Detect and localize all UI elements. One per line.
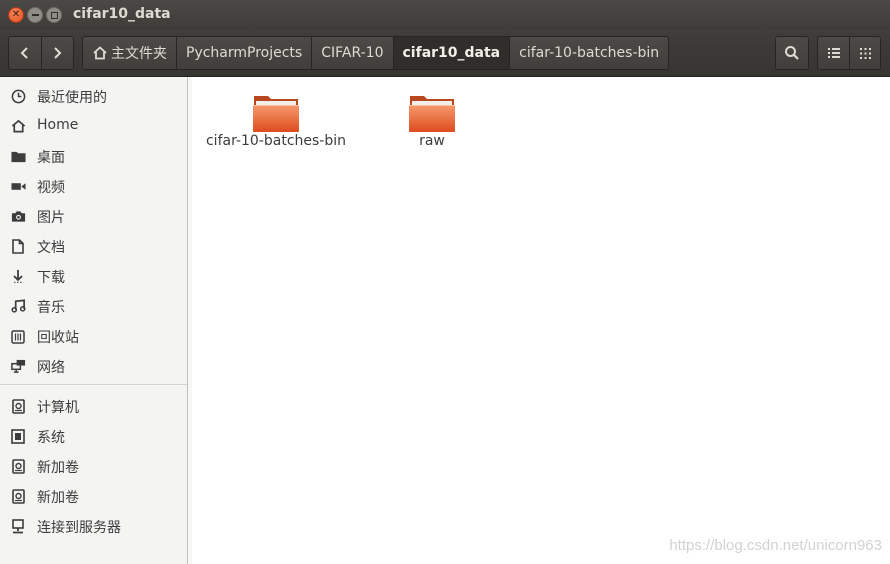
breadcrumb-pycharmprojects[interactable]: PycharmProjects — [176, 37, 311, 69]
folder-item[interactable]: cifar-10-batches-bin — [201, 77, 351, 157]
sidebar-item-new-volume-2[interactable]: 新加卷 — [0, 481, 187, 511]
chip-icon — [10, 428, 26, 444]
sidebar: 最近使用的 Home 桌面 视频 图片 文档 下载 音乐 回收站 网络 计算机 — [0, 77, 188, 564]
drive-icon — [10, 398, 26, 414]
sidebar-item-label: 新加卷 — [37, 460, 79, 476]
server-icon — [10, 518, 26, 534]
forward-button[interactable] — [40, 37, 73, 69]
folder-name: cifar-10-batches-bin — [205, 133, 346, 149]
sidebar-item-label: 下载 — [37, 270, 65, 286]
trash-icon — [10, 328, 26, 344]
chevron-left-icon — [20, 47, 28, 59]
home-icon — [10, 118, 26, 134]
sidebar-item-label: 系统 — [37, 430, 65, 446]
folder-icon — [10, 148, 26, 164]
chevron-right-icon — [54, 47, 62, 59]
sidebar-item-label: 最近使用的 — [37, 90, 107, 106]
sidebar-item-label: 桌面 — [37, 150, 65, 166]
video-icon — [10, 178, 26, 194]
search-icon — [785, 46, 799, 60]
sidebar-item-label: 音乐 — [37, 300, 65, 316]
network-icon — [10, 358, 26, 374]
clock-icon — [10, 88, 26, 104]
sidebar-item-label: 图片 — [37, 210, 65, 226]
breadcrumb-label: PycharmProjects — [186, 45, 303, 61]
sidebar-item-computer[interactable]: 计算机 — [0, 391, 187, 421]
grid-view-button[interactable] — [849, 37, 880, 69]
breadcrumb-label: CIFAR-10 — [321, 45, 384, 61]
breadcrumb-label: 主文件夹 — [111, 46, 167, 62]
sidebar-item-music[interactable]: 音乐 — [0, 291, 187, 321]
breadcrumb: 主文件夹 PycharmProjects CIFAR-10 cifar10_da… — [82, 36, 670, 70]
sidebar-item-downloads[interactable]: 下载 — [0, 261, 187, 291]
music-icon — [10, 298, 26, 314]
watermark: https://blog.csdn.net/unicorn963 — [669, 537, 882, 554]
title-bar: ✕ cifar10_data — [0, 0, 890, 30]
sidebar-item-label: 新加卷 — [37, 490, 79, 506]
file-view: cifar-10-batches-bin raw https://blog.cs… — [192, 77, 890, 564]
sidebar-item-recent[interactable]: 最近使用的 — [0, 81, 187, 111]
sidebar-item-new-volume-1[interactable]: 新加卷 — [0, 451, 187, 481]
close-window-button[interactable]: ✕ — [8, 7, 24, 23]
sidebar-item-pictures[interactable]: 图片 — [0, 201, 187, 231]
back-button[interactable] — [9, 37, 41, 69]
sidebar-item-connect-to-server[interactable]: 连接到服务器 — [0, 511, 187, 541]
breadcrumb-cifar-10-batches-bin[interactable]: cifar-10-batches-bin — [509, 37, 668, 69]
folder-name: raw — [419, 133, 445, 149]
sidebar-separator — [0, 384, 187, 385]
drive-icon — [10, 488, 26, 504]
breadcrumb-cifar-10[interactable]: CIFAR-10 — [311, 37, 392, 69]
folder-icon — [409, 96, 455, 132]
view-mode-group — [817, 36, 881, 70]
sidebar-item-label: 计算机 — [37, 400, 79, 416]
sidebar-item-label: 回收站 — [37, 330, 79, 346]
sidebar-item-label: 视频 — [37, 180, 65, 196]
grid-view-icon — [859, 47, 871, 59]
breadcrumb-label: cifar-10-batches-bin — [519, 45, 660, 61]
sidebar-item-network[interactable]: 网络 — [0, 351, 187, 381]
list-view-icon — [827, 48, 840, 58]
search-button[interactable] — [775, 36, 809, 70]
sidebar-item-desktop[interactable]: 桌面 — [0, 141, 187, 171]
camera-icon — [10, 208, 26, 224]
sidebar-item-home[interactable]: Home — [0, 111, 187, 141]
sidebar-item-label: 文档 — [37, 240, 65, 256]
sidebar-item-label: 网络 — [37, 360, 65, 376]
minimize-window-button[interactable] — [27, 7, 43, 23]
sidebar-item-videos[interactable]: 视频 — [0, 171, 187, 201]
list-view-button[interactable] — [818, 37, 849, 69]
maximize-window-button[interactable] — [46, 7, 62, 23]
folder-item[interactable]: raw — [357, 77, 507, 157]
navigation-group — [8, 36, 74, 70]
sidebar-item-trash[interactable]: 回收站 — [0, 321, 187, 351]
home-icon — [93, 46, 107, 60]
folder-icon — [253, 96, 299, 132]
drive-icon — [10, 458, 26, 474]
sidebar-item-system[interactable]: 系统 — [0, 421, 187, 451]
breadcrumb-label: cifar10_data — [402, 45, 501, 61]
sidebar-item-label: 连接到服务器 — [37, 520, 121, 536]
download-icon — [10, 268, 26, 284]
breadcrumb-cifar10-data[interactable]: cifar10_data — [392, 37, 510, 69]
toolbar: 主文件夹 PycharmProjects CIFAR-10 cifar10_da… — [0, 30, 890, 77]
document-icon — [10, 238, 26, 254]
sidebar-item-label: Home — [37, 117, 79, 133]
breadcrumb-home[interactable]: 主文件夹 — [83, 37, 176, 69]
sidebar-item-documents[interactable]: 文档 — [0, 231, 187, 261]
window-title: cifar10_data — [73, 6, 171, 22]
